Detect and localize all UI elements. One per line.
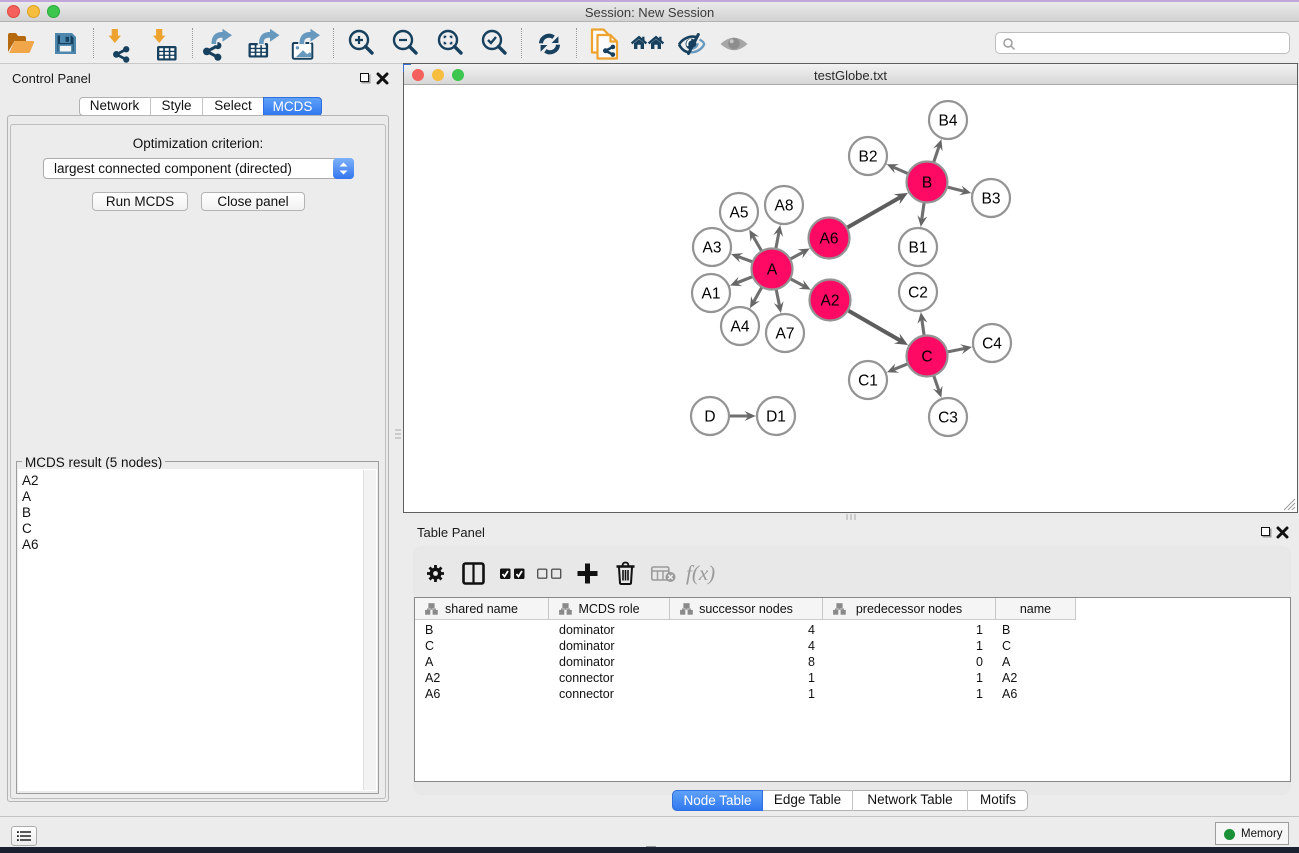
svg-text:B4: B4: [939, 113, 958, 130]
svg-text:A8: A8: [775, 198, 794, 215]
svg-text:D1: D1: [766, 409, 786, 426]
svg-text:A: A: [767, 262, 778, 279]
svg-text:C: C: [921, 349, 932, 366]
svg-text:A5: A5: [730, 205, 749, 222]
svg-text:A2: A2: [821, 293, 840, 310]
svg-text:D: D: [704, 409, 715, 426]
svg-text:A7: A7: [776, 326, 795, 343]
svg-text:C1: C1: [858, 373, 878, 390]
svg-text:C2: C2: [908, 285, 928, 302]
svg-text:C4: C4: [982, 336, 1002, 353]
svg-text:C3: C3: [938, 410, 958, 427]
svg-text:B1: B1: [909, 240, 928, 257]
svg-text:A4: A4: [731, 319, 750, 336]
svg-text:B: B: [922, 175, 932, 192]
svg-text:A1: A1: [702, 286, 721, 303]
svg-text:B2: B2: [859, 149, 878, 166]
svg-text:A6: A6: [820, 231, 839, 248]
svg-text:A3: A3: [703, 240, 722, 257]
svg-text:B3: B3: [982, 191, 1001, 208]
